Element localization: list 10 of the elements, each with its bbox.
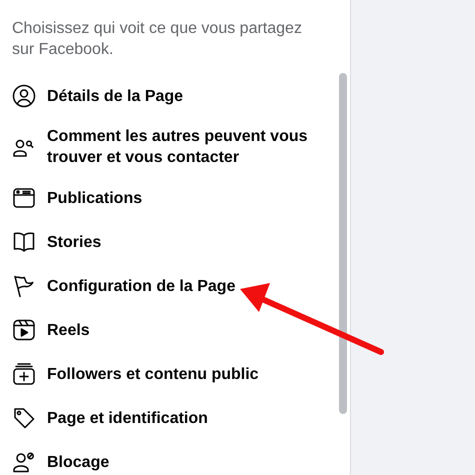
menu-item[interactable]: Followers et contenu public	[12, 352, 350, 396]
menu-item[interactable]: Reels	[12, 308, 350, 352]
menu-item[interactable]: Configuration de la Page	[12, 264, 350, 308]
menu-item[interactable]: Stories	[12, 220, 350, 264]
menu-item[interactable]: Comment les autres peuvent vous trouver et vous contacter	[12, 118, 350, 176]
menu-item[interactable]: Page et identification	[12, 396, 350, 440]
menu-item[interactable]: Publications	[12, 176, 350, 220]
menu-item[interactable]: Détails de la Page	[12, 74, 350, 118]
panel-description: Choisissez qui voit ce que vous partagez sur Facebook.	[12, 19, 303, 60]
menu-item[interactable]: Blocage	[12, 440, 350, 475]
